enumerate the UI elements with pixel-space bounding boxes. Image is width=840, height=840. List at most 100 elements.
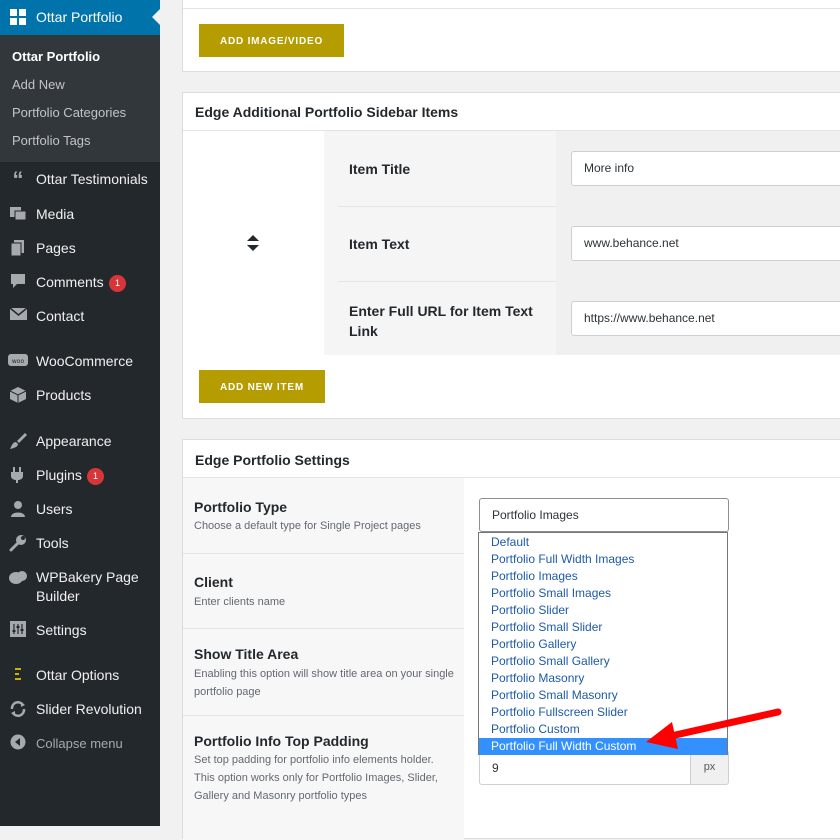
option-portfolio-slider[interactable]: Portfolio Slider [479,602,727,619]
submenu-item-ottar-portfolio[interactable]: Ottar Portfolio [12,49,100,64]
wpbakery-icon [8,569,28,589]
panel-title: Edge Additional Portfolio Sidebar Items [195,104,459,120]
divider [183,553,464,554]
option-portfolio-small-gallery[interactable]: Portfolio Small Gallery [479,653,727,670]
grid-icon [10,9,26,25]
menu-label: Users [36,501,73,517]
collapse-menu-button[interactable]: Collapse menu [0,734,160,766]
menu-item-plugins[interactable]: Plugins 1 [0,466,160,498]
menu-label: Products [36,387,92,403]
menu-label: Ottar Portfolio [36,9,123,25]
menu-item-ottar-portfolio[interactable]: Ottar Portfolio [0,0,160,35]
item-url-input[interactable]: https://www.behance.net [571,301,840,336]
menu-label: Ottar Options [36,667,120,683]
mail-icon [8,307,28,327]
menu-label: Contact [36,308,85,324]
option-portfolio-full-width-images[interactable]: Portfolio Full Width Images [479,551,727,568]
menu-item-contact[interactable]: Contact [0,307,160,339]
red-arrow-annotation [646,708,782,749]
add-new-item-button[interactable]: ADD NEW ITEM [199,370,325,403]
media-panel: ADD IMAGE/VIDEO [182,0,840,72]
divider [183,8,840,9]
comments-icon [8,273,28,293]
menu-item-media[interactable]: Media [0,205,160,237]
sliders-icon [8,621,28,641]
menu-label: Appearance [36,433,112,449]
submenu-item-portfolio-categories[interactable]: Portfolio Categories [12,105,126,120]
panel-title: Edge Portfolio Settings [195,452,350,468]
users-icon [8,500,28,520]
menu-item-pages[interactable]: Pages [0,239,160,271]
menu-label: Comments [36,274,104,290]
submenu-item-add-new[interactable]: Add New [12,77,65,92]
selected-value: Portfolio Images [492,508,579,522]
menu-item-users[interactable]: Users [0,500,160,532]
submenu: Ottar Portfolio Add New Portfolio Catego… [0,35,160,162]
admin-sidebar: Ottar Portfolio Ottar Portfolio Add New … [0,0,160,826]
option-default[interactable]: Default [479,534,727,551]
menu-label: Pages [36,240,76,256]
divider [338,206,556,207]
info-top-padding-description: Set top padding for portfolio info eleme… [194,754,438,802]
divider [183,715,464,716]
menu-label: WooCommerce [36,353,133,369]
portfolio-type-label: Portfolio Type [194,499,288,515]
show-title-area-description: Enabling this option will show title are… [194,668,454,698]
option-portfolio-gallery[interactable]: Portfolio Gallery [479,636,727,653]
menu-item-wpbakery[interactable]: WPBakery Page Builder [0,568,160,608]
add-image-video-button[interactable]: ADD IMAGE/VIDEO [199,24,344,57]
submenu-item-portfolio-tags[interactable]: Portfolio Tags [12,133,91,148]
collapse-icon [8,734,28,754]
pages-icon [8,239,28,259]
menu-label: Ottar Testimonials [36,171,148,187]
menu-item-ottar-testimonials[interactable]: “ Ottar Testimonials [0,167,160,202]
additional-sidebar-items-panel: Edge Additional Portfolio Sidebar Items … [182,92,840,419]
menu-label: Plugins [36,467,82,483]
svg-text:woo: woo [12,358,25,365]
box-icon [8,386,28,406]
menu-item-ottar-options[interactable]: Ottar Options [0,666,160,698]
refresh-icon [8,700,28,720]
menu-label: Settings [36,622,87,638]
item-text-input[interactable]: www.behance.net [571,226,840,261]
menu-label: Tools [36,535,69,551]
menu-label: Collapse menu [36,736,123,751]
item-title-input[interactable]: More info [571,151,840,186]
menu-item-woocommerce[interactable]: woo WooCommerce [0,352,160,384]
woo-icon: woo [8,352,28,372]
menu-label: Slider Revolution [36,701,142,717]
repeater-fields: Item Title Item Text Enter Full URL for … [324,131,840,355]
plugin-icon [8,466,28,486]
ottar-options-icon [8,666,28,686]
menu-item-products[interactable]: Products [0,386,160,418]
plugins-update-badge: 1 [87,468,104,485]
repeater-row: Item Title Item Text Enter Full URL for … [183,131,840,355]
menu-item-slider-revolution[interactable]: Slider Revolution [0,700,160,732]
media-icon [8,205,28,225]
portfolio-type-description: Choose a default type for Single Project… [194,520,421,532]
wrench-icon [8,534,28,554]
menu-item-appearance[interactable]: Appearance [0,432,160,464]
option-portfolio-small-slider[interactable]: Portfolio Small Slider [479,619,727,636]
sort-handle-icon[interactable] [247,235,259,251]
client-label: Client [194,574,233,590]
menu-item-tools[interactable]: Tools [0,534,160,566]
padding-value: 9 [492,761,499,775]
info-top-padding-label: Portfolio Info Top Padding [194,733,369,749]
comments-count-badge: 1 [109,275,126,292]
divider [183,628,464,629]
divider [338,281,556,282]
menu-item-comments[interactable]: Comments 1 [0,273,160,305]
menu-item-settings[interactable]: Settings [0,621,160,653]
show-title-area-label: Show Title Area [194,646,299,662]
menu-label: WPBakery Page Builder [36,569,139,604]
portfolio-type-select[interactable]: Portfolio Images [479,498,729,532]
brush-icon [8,432,28,452]
quote-icon: “ [12,167,24,192]
item-title-label: Item Title [349,161,411,177]
option-portfolio-images[interactable]: Portfolio Images [479,568,727,585]
option-portfolio-masonry[interactable]: Portfolio Masonry [479,670,727,687]
menu-label: Media [36,206,75,222]
option-portfolio-small-images[interactable]: Portfolio Small Images [479,585,727,602]
client-description: Enter clients name [194,596,286,608]
